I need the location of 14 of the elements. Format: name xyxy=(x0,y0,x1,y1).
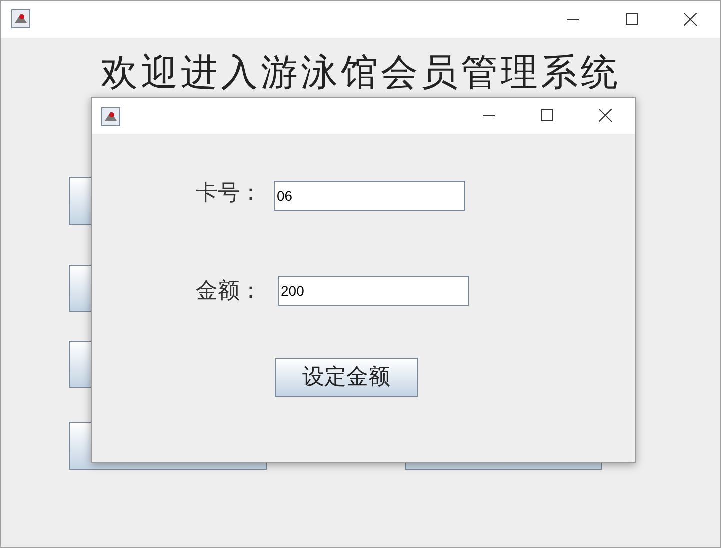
input-field[interactable]: 06 xyxy=(274,181,465,211)
app-icon xyxy=(101,107,121,127)
window-heading: 欢迎进入游泳馆会员管理系统 xyxy=(101,51,622,95)
close-icon[interactable] xyxy=(684,13,697,26)
field-label: 卡号： xyxy=(196,180,262,208)
minimize-icon[interactable] xyxy=(567,19,579,21)
set-amount-button[interactable]: 设定金额 xyxy=(275,358,418,397)
maximize-icon[interactable] xyxy=(541,109,553,121)
input-field[interactable]: 200 xyxy=(278,276,469,306)
maximize-icon[interactable] xyxy=(626,13,638,25)
app-icon xyxy=(11,9,31,29)
field-label: 金额： xyxy=(196,278,262,306)
minimize-icon[interactable] xyxy=(483,115,495,117)
close-icon[interactable] xyxy=(599,109,612,122)
